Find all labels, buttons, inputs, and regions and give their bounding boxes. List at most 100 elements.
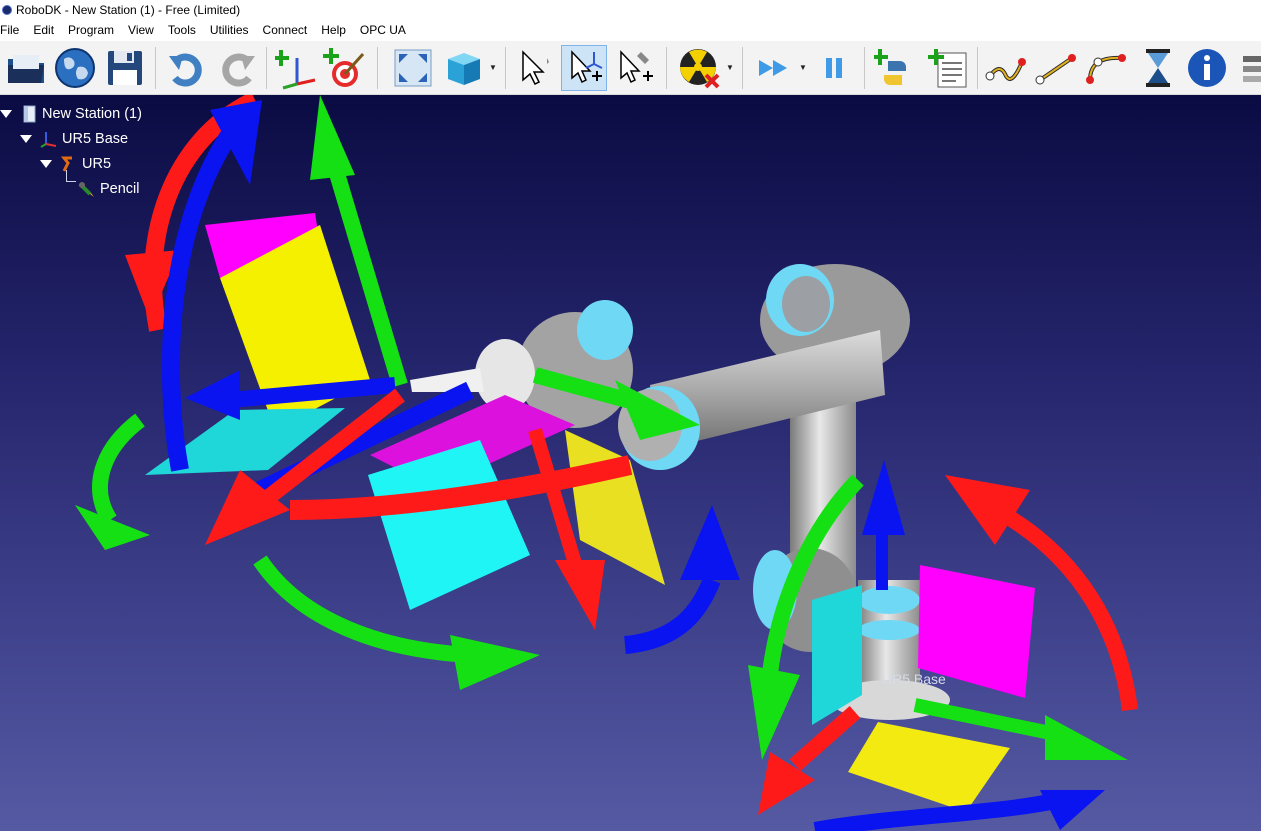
fast-simulation-icon: [759, 60, 787, 76]
toolbar-separator: [977, 47, 978, 89]
base-rotate-x-arrowhead: [945, 475, 1030, 545]
add-target-icon: [323, 48, 365, 87]
info-button[interactable]: [1184, 45, 1230, 91]
pause-instruction-button[interactable]: [1135, 45, 1181, 91]
tree-item-label: UR5: [82, 156, 112, 172]
main-toolbar: ▼ ▼ ▼: [0, 41, 1261, 95]
menu-utilities[interactable]: Utilities: [203, 19, 256, 41]
move-reference-icon: [571, 50, 603, 84]
select-icon: [522, 50, 549, 86]
gizmo-translate-z-arrowhead: [185, 370, 240, 420]
base-rotate-y-arrowhead: [748, 665, 800, 760]
tcp-rotate-z-ring[interactable]: [623, 576, 721, 654]
gizmo-translate-z-axis[interactable]: [229, 377, 396, 408]
expand-arrow-icon[interactable]: [20, 135, 32, 143]
collision-dropdown-arrow[interactable]: ▼: [726, 63, 734, 72]
pause-simulation-icon: [826, 58, 842, 78]
open-station-icon: [8, 55, 44, 83]
set-output-button[interactable]: [1232, 45, 1261, 91]
base-rotate-z-ring[interactable]: [813, 792, 1062, 831]
pencil-tool: [410, 368, 484, 392]
tool-tcp-gizmo[interactable]: [253, 367, 740, 690]
toolbar-separator: [377, 47, 378, 89]
menu-edit[interactable]: Edit: [26, 19, 61, 41]
fast-simulation-button[interactable]: [750, 45, 796, 91]
add-target-button[interactable]: [322, 45, 368, 91]
collision-check-icon: [680, 49, 720, 89]
joint-move-button[interactable]: [983, 45, 1029, 91]
menu-file[interactable]: File: [0, 19, 26, 41]
view-cube-button[interactable]: [440, 45, 486, 91]
redo-button[interactable]: [214, 45, 260, 91]
linear-move-icon: [1035, 54, 1076, 85]
robot-base-ring-top: [858, 586, 920, 614]
toolbar-separator: [266, 47, 267, 89]
save-station-button[interactable]: [102, 45, 148, 91]
scene-canvas[interactable]: [0, 95, 1261, 831]
add-python-program-icon: [874, 49, 906, 85]
gizmo-rotate-y-ring[interactable]: [92, 413, 145, 525]
fit-all-icon: [394, 49, 432, 87]
add-reference-frame-icon: [275, 50, 316, 90]
menu-tools[interactable]: Tools: [161, 19, 203, 41]
tree-item-label: UR5 Base: [62, 131, 129, 147]
move-tool-button[interactable]: [612, 45, 658, 91]
tool-icon: [78, 182, 94, 197]
menu-program[interactable]: Program: [61, 19, 121, 41]
toolbar-separator: [155, 47, 156, 89]
add-reference-frame-button[interactable]: [274, 45, 320, 91]
add-python-program-button[interactable]: [872, 45, 918, 91]
open-station-button[interactable]: [3, 45, 49, 91]
menu-connect[interactable]: Connect: [256, 19, 315, 41]
pause-instruction-icon: [1146, 49, 1170, 87]
menu-opc-ua[interactable]: OPC UA: [353, 19, 413, 41]
save-station-icon: [108, 51, 142, 85]
ur5-base-3d-label: UR5 Base: [882, 671, 946, 687]
tree-branch-line: [66, 170, 76, 182]
tcp-rotate-y-arrowhead: [450, 635, 540, 690]
fit-all-button[interactable]: [390, 45, 436, 91]
open-online-library-button[interactable]: [52, 45, 98, 91]
robot-base-ring: [858, 620, 920, 640]
toolbar-separator: [864, 47, 865, 89]
menu-view[interactable]: View: [121, 19, 161, 41]
add-program-icon: [928, 49, 967, 88]
set-output-icon: [1243, 56, 1261, 82]
simulation-dropdown-arrow[interactable]: ▼: [799, 63, 807, 72]
view-dropdown-arrow[interactable]: ▼: [489, 63, 497, 72]
robodk-app-icon: [2, 4, 12, 15]
pause-simulation-button[interactable]: [811, 45, 857, 91]
base-plane-xy[interactable]: [848, 722, 1010, 812]
move-reference-button[interactable]: [561, 45, 607, 91]
base-translate-x-axis[interactable]: [789, 706, 861, 771]
base-translate-z-arrowhead: [862, 460, 905, 535]
tree-item-ur5-base[interactable]: UR5 Base: [20, 128, 128, 150]
linear-move-button[interactable]: [1033, 45, 1079, 91]
tcp-rotate-z-arrowhead: [680, 505, 740, 580]
title-bar: RoboDK - New Station (1) - Free (Limited…: [0, 0, 1261, 19]
base-translate-y-axis[interactable]: [913, 698, 1062, 742]
undo-button[interactable]: [164, 45, 210, 91]
menu-bar: File Edit Program View Tools Utilities C…: [0, 19, 1261, 41]
select-button[interactable]: [510, 45, 556, 91]
circular-move-button[interactable]: [1083, 45, 1129, 91]
add-program-button[interactable]: [926, 45, 972, 91]
expand-arrow-icon[interactable]: [40, 160, 52, 168]
robot-wrist-cap: [577, 300, 633, 360]
menu-help[interactable]: Help: [314, 19, 353, 41]
robot-joint-cap-inner: [782, 276, 830, 332]
undo-icon: [169, 53, 202, 87]
reference-frame-icon: [40, 132, 57, 148]
tree-item-station[interactable]: New Station (1): [0, 103, 142, 125]
move-tool-icon: [620, 50, 653, 84]
tree-item-label: New Station (1): [42, 106, 142, 122]
tree-item-pencil[interactable]: Pencil: [78, 178, 140, 200]
info-icon: [1188, 49, 1226, 87]
expand-arrow-icon[interactable]: [0, 110, 12, 118]
view-cube-icon: [448, 53, 480, 85]
toolbar-separator: [505, 47, 506, 89]
tree-item-label: Pencil: [100, 181, 140, 197]
collision-check-button[interactable]: [676, 45, 722, 91]
3d-viewport[interactable]: New Station (1) UR5 Base UR5 Pencil UR5 …: [0, 95, 1261, 831]
joint-move-icon: [985, 58, 1026, 81]
